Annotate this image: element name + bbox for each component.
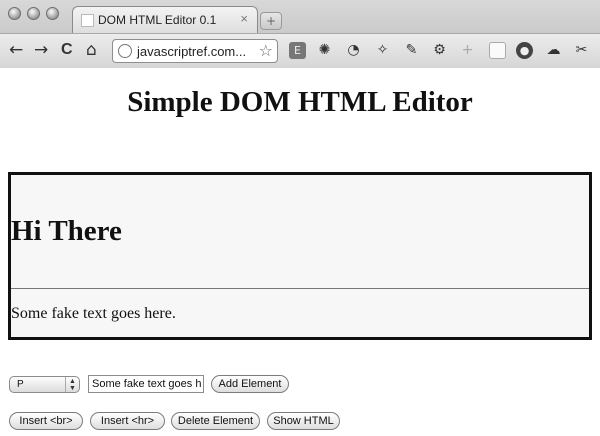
browser-toolbar: ← → C ⌂ javascriptref.com... ☆ E ✺ ◔ ✧ ✎… xyxy=(0,33,600,68)
new-tab-button[interactable]: + xyxy=(260,12,282,30)
address-bar[interactable]: javascriptref.com... ☆ xyxy=(112,39,278,63)
close-window-button[interactable] xyxy=(8,7,21,20)
element-text-input[interactable]: Some fake text goes h xyxy=(88,375,204,393)
window-controls xyxy=(8,7,59,20)
timer-icon[interactable]: ◔ xyxy=(345,42,362,59)
select-arrows-icon: ▲ ▼ xyxy=(65,377,79,392)
gear-icon[interactable]: ⚙ xyxy=(431,42,448,59)
url-text: javascriptref.com... xyxy=(137,44,247,59)
add-element-button[interactable]: Add Element xyxy=(211,375,289,393)
tab-title: DOM HTML Editor 0.1 xyxy=(98,13,217,27)
element-type-value: P xyxy=(17,379,24,390)
globe-icon xyxy=(118,44,132,58)
delete-element-button[interactable]: Delete Element xyxy=(171,412,260,430)
reload-icon[interactable]: C xyxy=(61,41,73,59)
editor-horizontal-rule[interactable] xyxy=(11,288,589,289)
browser-tab[interactable]: DOM HTML Editor 0.1 × xyxy=(72,6,258,33)
magic-wand-icon[interactable]: ✧ xyxy=(374,42,391,59)
element-type-select[interactable]: P ▲ ▼ xyxy=(9,376,80,393)
page-title: Simple DOM HTML Editor xyxy=(127,86,473,118)
pin-icon[interactable]: ✎ xyxy=(403,42,420,59)
wrench-icon[interactable]: ✂ xyxy=(573,42,590,59)
insert-br-button[interactable]: Insert <br> xyxy=(9,412,83,430)
bookmark-star-icon[interactable]: ☆ xyxy=(259,41,273,60)
tab-close-icon[interactable]: × xyxy=(240,11,248,26)
minimize-window-button[interactable] xyxy=(27,7,40,20)
editor-heading[interactable]: Hi There xyxy=(11,215,122,248)
evernote-icon[interactable]: E xyxy=(289,42,306,59)
record-icon[interactable]: ● xyxy=(516,42,533,59)
show-html-button[interactable]: Show HTML xyxy=(267,412,340,430)
home-icon[interactable]: ⌂ xyxy=(86,41,97,59)
zoom-window-button[interactable] xyxy=(46,7,59,20)
insert-hr-button[interactable]: Insert <hr> xyxy=(90,412,165,430)
sunburst-icon[interactable]: ✺ xyxy=(316,42,333,59)
page-favicon-icon xyxy=(81,14,94,27)
forward-icon[interactable]: → xyxy=(34,41,48,59)
browser-chrome: DOM HTML Editor 0.1 × + ← → C ⌂ javascri… xyxy=(0,0,600,68)
window-icon[interactable] xyxy=(489,42,506,59)
thumb-icon[interactable]: + xyxy=(459,42,476,59)
cloud-icon[interactable]: ☁ xyxy=(545,42,562,59)
back-icon[interactable]: ← xyxy=(9,41,23,59)
editor-area[interactable]: Hi There Some fake text goes here. xyxy=(8,172,592,340)
editor-paragraph[interactable]: Some fake text goes here. xyxy=(11,305,176,323)
